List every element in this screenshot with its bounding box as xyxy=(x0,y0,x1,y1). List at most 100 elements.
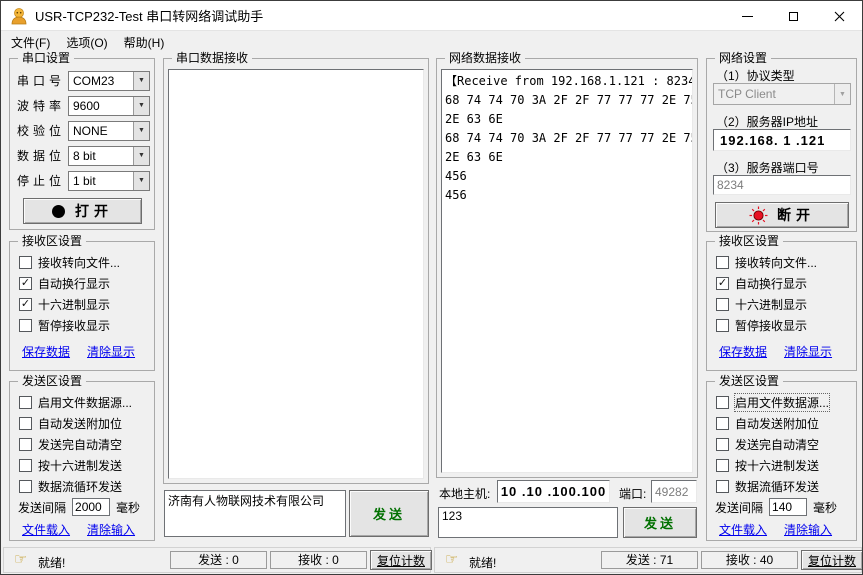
action-link-1[interactable]: 清除输入 xyxy=(784,521,832,538)
serial-field-row-3: 数据位8 bit▼ xyxy=(10,143,154,168)
serial-reset-count-button[interactable]: 复位计数 xyxy=(370,550,432,570)
close-button[interactable] xyxy=(816,1,862,31)
checkbox-row-2[interactable]: 发送完自动清空 xyxy=(707,434,856,455)
chevron-down-icon[interactable]: ▼ xyxy=(133,72,149,90)
local-host-field[interactable]: 10 .10 .100.100 xyxy=(497,480,610,503)
checkbox[interactable] xyxy=(19,319,32,332)
local-port-field[interactable]: 49282 xyxy=(651,480,697,503)
chevron-down-icon[interactable]: ▼ xyxy=(133,172,149,190)
checkbox-row-3[interactable]: 暂停接收显示 xyxy=(707,315,856,336)
window-controls xyxy=(724,1,862,31)
checkbox[interactable] xyxy=(716,298,729,311)
checkbox-row-0[interactable]: 启用文件数据源... xyxy=(707,392,856,413)
checkbox-row-1[interactable]: ✓自动换行显示 xyxy=(10,273,154,294)
group-title: 网络设置 xyxy=(715,51,771,65)
group-title: 接收区设置 xyxy=(18,234,86,248)
checkbox[interactable] xyxy=(19,396,32,409)
network-send-interval-input[interactable] xyxy=(769,498,807,516)
checkbox[interactable] xyxy=(19,256,32,269)
checkbox[interactable] xyxy=(716,396,729,409)
serial-field-list: 串口号COM23▼波特率9600▼校验位NONE▼数据位8 bit▼停止位1 b… xyxy=(10,68,154,193)
action-link-0[interactable]: 保存数据 xyxy=(22,343,70,360)
network-send-input[interactable]: 123 xyxy=(438,507,618,538)
checkbox[interactable] xyxy=(716,256,729,269)
server-ip-field[interactable]: 192.168. 1 .121 xyxy=(713,129,851,151)
action-link-1[interactable]: 清除输入 xyxy=(87,521,135,538)
action-link-0[interactable]: 保存数据 xyxy=(719,343,767,360)
action-link-1[interactable]: 清除显示 xyxy=(784,343,832,360)
receive-line-2: 2E 63 6E xyxy=(442,110,692,129)
local-port-label: 端口: xyxy=(619,485,646,502)
open-port-button[interactable]: 打开 xyxy=(23,198,142,224)
app-icon xyxy=(10,7,28,25)
dropdown-0[interactable]: COM23▼ xyxy=(68,71,150,91)
checkbox-row-0[interactable]: 接收转向文件... xyxy=(707,252,856,273)
checkbox[interactable]: ✓ xyxy=(19,277,32,290)
dropdown-4[interactable]: 1 bit▼ xyxy=(68,171,150,191)
maximize-button[interactable] xyxy=(770,1,816,31)
checkbox-label: 暂停接收显示 xyxy=(38,317,110,334)
checkbox[interactable] xyxy=(19,438,32,451)
dropdown-2[interactable]: NONE▼ xyxy=(68,121,150,141)
serial-send-interval-input[interactable] xyxy=(72,498,110,516)
checkbox[interactable] xyxy=(19,480,32,493)
minimize-button[interactable] xyxy=(724,1,770,31)
network-receive-area[interactable]: 【Receive from 192.168.1.121 : 8234】:68 7… xyxy=(441,69,693,473)
chevron-down-icon[interactable]: ▼ xyxy=(133,147,149,165)
network-reset-count-button[interactable]: 复位计数 xyxy=(801,550,863,570)
interval-label: 发送间隔 xyxy=(715,499,763,516)
serial-send-input[interactable]: 济南有人物联网技术有限公司 xyxy=(164,490,346,537)
checkbox[interactable] xyxy=(716,438,729,451)
network-send-button[interactable]: 发送 xyxy=(623,507,697,538)
checkbox-row-2[interactable]: 十六进制显示 xyxy=(707,294,856,315)
checkbox-row-1[interactable]: ✓自动换行显示 xyxy=(707,273,856,294)
action-link-0[interactable]: 文件载入 xyxy=(22,521,70,538)
serial-send-checkbox-list: 启用文件数据源... 自动发送附加位发送完自动清空按十六进制发送数据流循环发送 xyxy=(10,392,154,497)
serial-status-text: 就绪! xyxy=(38,554,65,571)
serial-receive-area[interactable] xyxy=(168,69,424,479)
serial-send-button[interactable]: 发送 xyxy=(349,490,429,537)
checkbox-row-1[interactable]: 自动发送附加位 xyxy=(10,413,154,434)
checkbox-row-3[interactable]: 按十六进制发送 xyxy=(10,455,154,476)
checkbox-row-3[interactable]: 按十六进制发送 xyxy=(707,455,856,476)
menu-item-2[interactable]: 帮助(H) xyxy=(116,31,173,54)
checkbox-row-0[interactable]: 启用文件数据源... xyxy=(10,392,154,413)
serial-receive-links: 保存数据清除显示 xyxy=(22,343,135,360)
dropdown-3[interactable]: 8 bit▼ xyxy=(68,146,150,166)
server-port-field[interactable]: 8234 xyxy=(713,175,851,195)
chevron-down-icon[interactable]: ▼ xyxy=(133,97,149,115)
checkbox-row-4[interactable]: 数据流循环发送 xyxy=(707,476,856,497)
serial-field-row-1: 波特率9600▼ xyxy=(10,93,154,118)
checkbox[interactable] xyxy=(19,459,32,472)
checkbox[interactable] xyxy=(716,417,729,430)
checkbox-row-2[interactable]: ✓十六进制显示 xyxy=(10,294,154,315)
receive-line-4: 2E 63 6E xyxy=(442,148,692,167)
checkbox-row-0[interactable]: 接收转向文件... xyxy=(10,252,154,273)
network-send-interval-row: 发送间隔 毫秒 xyxy=(715,498,837,516)
checkbox[interactable] xyxy=(716,319,729,332)
checkbox-row-1[interactable]: 自动发送附加位 xyxy=(707,413,856,434)
checkbox-row-3[interactable]: 暂停接收显示 xyxy=(10,315,154,336)
field-label: 数据位 xyxy=(17,147,68,164)
network-send-links: 文件载入清除输入 xyxy=(719,521,832,538)
disconnect-button[interactable]: 断开 xyxy=(715,202,849,228)
dropdown-value: 8 bit xyxy=(69,147,133,165)
action-link-0[interactable]: 文件载入 xyxy=(719,521,767,538)
action-link-1[interactable]: 清除显示 xyxy=(87,343,135,360)
serial-send-interval-row: 发送间隔 毫秒 xyxy=(18,498,140,516)
checkbox-row-2[interactable]: 发送完自动清空 xyxy=(10,434,154,455)
checkbox[interactable] xyxy=(716,459,729,472)
dropdown-1[interactable]: 9600▼ xyxy=(68,96,150,116)
chevron-down-icon[interactable]: ▼ xyxy=(133,122,149,140)
checkbox-label: 启用文件数据源... xyxy=(38,394,132,411)
checkbox[interactable] xyxy=(716,480,729,493)
protocol-type-value: TCP Client xyxy=(714,84,834,104)
protocol-type-dropdown[interactable]: TCP Client ▼ xyxy=(713,83,851,105)
port-closed-indicator-icon xyxy=(52,205,65,218)
checkbox[interactable]: ✓ xyxy=(716,277,729,290)
checkbox-label: 发送完自动清空 xyxy=(38,436,122,453)
checkbox[interactable] xyxy=(19,417,32,430)
server-port-label: （3）服务器端口号 xyxy=(716,159,819,176)
checkbox-row-4[interactable]: 数据流循环发送 xyxy=(10,476,154,497)
checkbox[interactable]: ✓ xyxy=(19,298,32,311)
